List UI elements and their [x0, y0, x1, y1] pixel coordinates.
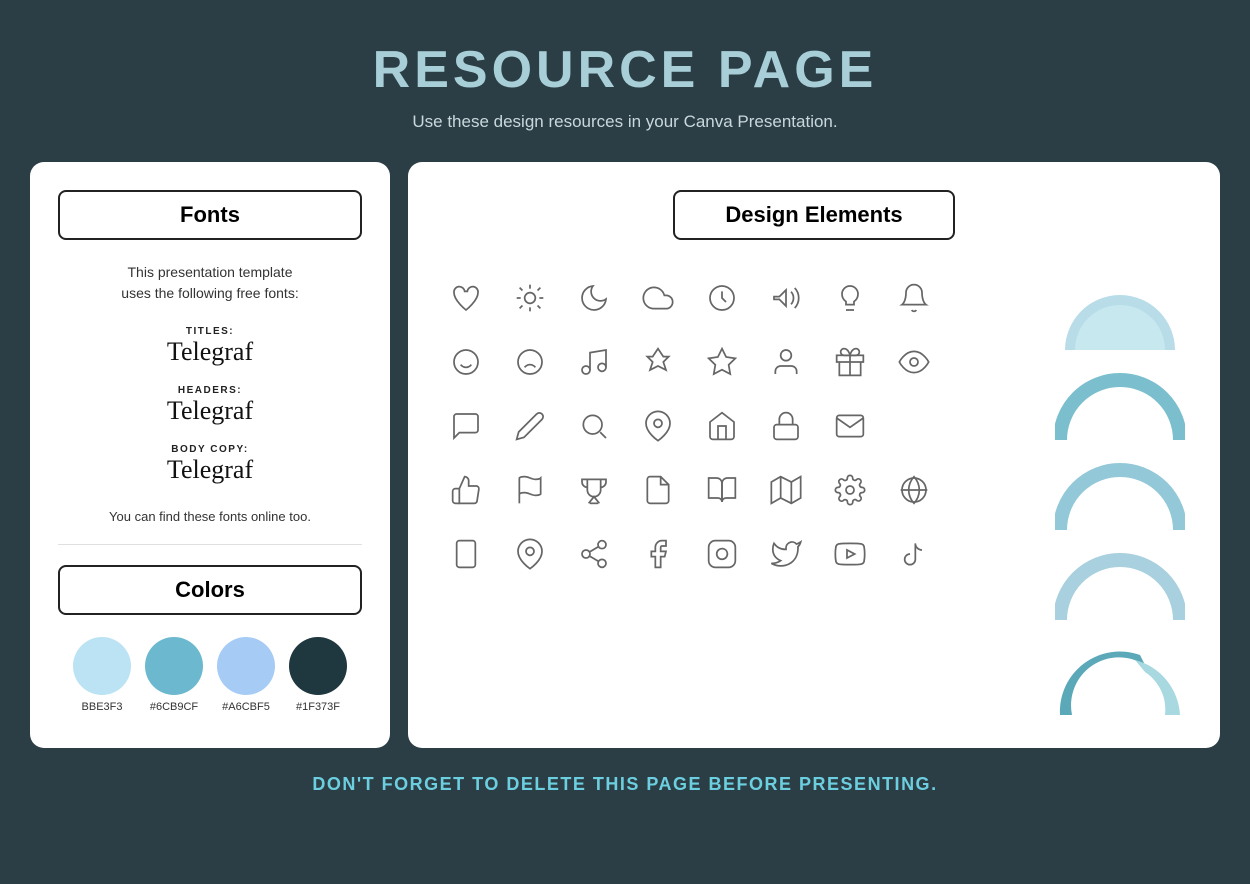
- smile-icon: [438, 334, 494, 390]
- color-swatches: BBE3F3 #6CB9CF #A6CBF5 #1F373F: [73, 637, 347, 713]
- instagram-icon: [694, 526, 750, 582]
- headers-label: HEADERS:: [167, 385, 253, 396]
- divider: [58, 544, 362, 545]
- empty-icon: [886, 398, 942, 454]
- color-hex-1: BBE3F3: [82, 701, 123, 713]
- icons-row-4: [438, 462, 1050, 518]
- swatch-2: #6CB9CF: [145, 637, 203, 713]
- colors-badge: Colors: [58, 565, 362, 615]
- chat-icon: [438, 398, 494, 454]
- icons-row-5: [438, 526, 1050, 582]
- mail-icon: [822, 398, 878, 454]
- bell-icon: [886, 270, 942, 326]
- body-font-group: BODY COPY: Telegraf: [167, 444, 253, 485]
- color-hex-3: #A6CBF5: [222, 701, 270, 713]
- icons-area: [438, 270, 1190, 720]
- gift-icon: [822, 334, 878, 390]
- megaphone-icon: [758, 270, 814, 326]
- share-icon: [566, 526, 622, 582]
- lock-icon: [758, 398, 814, 454]
- titles-font-group: TITLES: Telegraf: [167, 326, 253, 367]
- font-description: This presentation template uses the foll…: [121, 262, 298, 304]
- arcs-column: [1050, 270, 1190, 720]
- facebook-icon: [630, 526, 686, 582]
- settings-icon: [822, 462, 878, 518]
- arc-5: [1055, 630, 1185, 720]
- icons-row-3: [438, 398, 1050, 454]
- left-panel: Fonts This presentation template uses th…: [30, 162, 390, 748]
- eye-icon: [886, 334, 942, 390]
- tiktok-icon: [886, 526, 942, 582]
- heart-icon: [438, 270, 494, 326]
- right-panel: Design Elements: [408, 162, 1220, 748]
- page-title: RESOURCE PAGE: [373, 40, 878, 100]
- icons-row-1: [438, 270, 1050, 326]
- titles-font-name: Telegraf: [167, 337, 253, 367]
- youtube-icon: [822, 526, 878, 582]
- titles-label: TITLES:: [167, 326, 253, 337]
- swatch-4: #1F373F: [289, 637, 347, 713]
- lightbulb-icon: [822, 270, 878, 326]
- twitter-icon: [758, 526, 814, 582]
- fonts-badge: Fonts: [58, 190, 362, 240]
- arc-3: [1055, 450, 1185, 540]
- star-icon: [694, 334, 750, 390]
- footer-text: DON'T FORGET TO DELETE THIS PAGE BEFORE …: [312, 774, 937, 795]
- headers-font-group: HEADERS: Telegraf: [167, 385, 253, 426]
- color-circle-4: [289, 637, 347, 695]
- pencil-icon: [502, 398, 558, 454]
- icons-row-2: [438, 334, 1050, 390]
- color-circle-2: [145, 637, 203, 695]
- moon-icon: [566, 270, 622, 326]
- icons-grid: [438, 270, 1050, 720]
- arc-4: [1055, 540, 1185, 630]
- map-icon: [758, 462, 814, 518]
- pin-icon: [630, 398, 686, 454]
- trophy-icon: [566, 462, 622, 518]
- music-icon: [566, 334, 622, 390]
- color-circle-3: [217, 637, 275, 695]
- cloud-icon: [630, 270, 686, 326]
- font-note: You can find these fonts online too.: [109, 509, 311, 524]
- color-hex-4: #1F373F: [296, 701, 340, 713]
- headers-font-name: Telegraf: [167, 396, 253, 426]
- page-subtitle: Use these design resources in your Canva…: [412, 112, 837, 132]
- thumbsup-icon: [438, 462, 494, 518]
- phone-icon: [438, 526, 494, 582]
- location-icon: [502, 526, 558, 582]
- design-elements-badge: Design Elements: [673, 190, 954, 240]
- flag-icon: [502, 462, 558, 518]
- user-icon: [758, 334, 814, 390]
- rocket-icon: [630, 334, 686, 390]
- color-circle-1: [73, 637, 131, 695]
- sun-icon: [502, 270, 558, 326]
- frown-icon: [502, 334, 558, 390]
- arc-2: [1055, 360, 1185, 450]
- clock-icon: [694, 270, 750, 326]
- swatch-1: BBE3F3: [73, 637, 131, 713]
- color-hex-2: #6CB9CF: [150, 701, 198, 713]
- body-label: BODY COPY:: [167, 444, 253, 455]
- home-icon: [694, 398, 750, 454]
- arc-1: [1055, 270, 1185, 360]
- main-content: Fonts This presentation template uses th…: [30, 162, 1220, 748]
- swatch-3: #A6CBF5: [217, 637, 275, 713]
- document-icon: [630, 462, 686, 518]
- body-font-name: Telegraf: [167, 455, 253, 485]
- search-icon: [566, 398, 622, 454]
- globe-icon: [886, 462, 942, 518]
- book-icon: [694, 462, 750, 518]
